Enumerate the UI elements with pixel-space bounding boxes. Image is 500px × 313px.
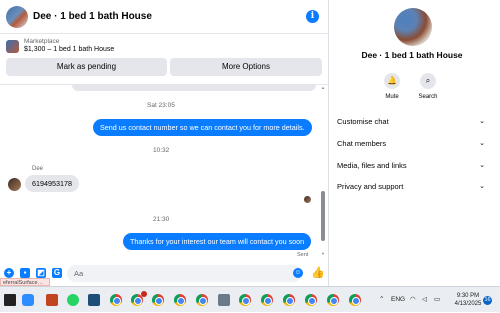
chrome-icon[interactable]: [305, 294, 317, 306]
listing-category: Marketplace: [24, 38, 60, 45]
snipping-tool-icon[interactable]: [218, 294, 230, 306]
incoming-message[interactable]: 6194953178: [25, 175, 79, 192]
whatsapp-icon[interactable]: [67, 294, 79, 306]
media-files-links-row[interactable]: Media, files and links ⌄: [337, 157, 485, 175]
customise-chat-row[interactable]: Customise chat ⌄: [337, 113, 485, 131]
chevron-down-icon: ⌄: [479, 162, 485, 169]
outgoing-message[interactable]: Send us contact number so we can contact…: [93, 119, 312, 136]
chrome-icon[interactable]: [152, 294, 164, 306]
image-icon[interactable]: ▪: [20, 268, 30, 278]
bell-icon[interactable]: 🔔: [384, 73, 400, 89]
wifi-icon[interactable]: ◠: [410, 287, 416, 313]
chevron-up-icon[interactable]: ⌃: [379, 287, 384, 313]
search-label[interactable]: Search: [413, 94, 443, 100]
scroll-down-icon[interactable]: ▼: [321, 252, 325, 256]
battery-icon[interactable]: ▭: [434, 287, 440, 313]
chevron-down-icon: ⌄: [479, 118, 485, 125]
emoji-icon[interactable]: ☺: [293, 268, 303, 278]
info-icon[interactable]: i: [306, 10, 319, 23]
notification-badge: [141, 291, 147, 297]
row-label: Privacy and support: [337, 182, 404, 191]
language-indicator[interactable]: ENG: [391, 287, 405, 313]
conversation-details-pane: Dee · 1 bed 1 bath House 🔔 Mute ⌕ Search…: [330, 0, 500, 286]
sticker-icon[interactable]: ◩: [36, 268, 46, 278]
office-icon[interactable]: [46, 294, 58, 306]
timestamp: 10:32: [153, 147, 170, 154]
seen-indicator-avatar: [304, 196, 311, 203]
sent-status: Sent: [297, 252, 309, 258]
listing-thumbnail[interactable]: [6, 40, 19, 53]
timestamp: Sat 23:05: [147, 102, 175, 109]
mark-as-pending-button[interactable]: Mark as pending: [6, 58, 167, 76]
url-tooltip: eferralSurface…: [0, 278, 50, 286]
messenger-app: Dee · 1 bed 1 bath House i Marketplace $…: [0, 0, 500, 286]
message-scrollbar[interactable]: ▲ ▼: [321, 86, 325, 258]
chrome-icon[interactable]: [283, 294, 295, 306]
message-bubble-partial: [72, 85, 316, 91]
sender-avatar[interactable]: [8, 178, 21, 191]
sender-name: Dee: [32, 166, 44, 172]
chrome-icon[interactable]: [110, 294, 122, 306]
chat-pane: Dee · 1 bed 1 bath House i Marketplace $…: [0, 0, 329, 286]
plus-icon[interactable]: +: [4, 268, 14, 278]
privacy-support-row[interactable]: Privacy and support ⌄: [337, 178, 485, 196]
listing-title[interactable]: $1,300 – 1 bed 1 bath House: [24, 46, 114, 53]
chrome-icon[interactable]: [174, 294, 186, 306]
profile-avatar[interactable]: [394, 8, 432, 46]
gif-icon[interactable]: G: [52, 268, 62, 278]
scroll-up-icon[interactable]: ▲: [321, 86, 325, 90]
message-list: Sat 23:05 Send us contact number so we c…: [0, 84, 328, 260]
chrome-icon[interactable]: [349, 294, 361, 306]
chat-title[interactable]: Dee · 1 bed 1 bath House: [33, 11, 152, 22]
chat-avatar[interactable]: [6, 6, 28, 28]
chrome-icon[interactable]: [196, 294, 208, 306]
chrome-icon[interactable]: [239, 294, 251, 306]
clock-time: 9:30 PM: [456, 293, 480, 299]
chevron-down-icon: ⌄: [479, 140, 485, 147]
more-options-button[interactable]: More Options: [170, 58, 322, 76]
message-input[interactable]: Aa: [67, 265, 302, 282]
profile-name[interactable]: Dee · 1 bed 1 bath House: [330, 50, 494, 60]
speaker-icon[interactable]: ◁: [422, 287, 427, 313]
search-icon[interactable]: ⌕: [420, 73, 436, 89]
chrome-icon[interactable]: [261, 294, 273, 306]
chrome-icon[interactable]: [327, 294, 339, 306]
taskview-icon[interactable]: [4, 294, 16, 306]
timestamp: 21:30: [153, 216, 170, 223]
chat-members-row[interactable]: Chat members ⌄: [337, 135, 485, 153]
chat-header: Dee · 1 bed 1 bath House i: [0, 0, 328, 34]
outgoing-message[interactable]: Thanks for your interest our team will c…: [123, 233, 312, 250]
system-clock[interactable]: 9:30 PM 4/13/2025: [449, 292, 487, 308]
notification-center-badge[interactable]: 16: [483, 296, 492, 305]
calculator-icon[interactable]: [88, 294, 100, 306]
thumbs-up-icon[interactable]: 👍: [311, 266, 325, 280]
clock-date: 4/13/2025: [454, 301, 482, 307]
row-label: Chat members: [337, 139, 387, 148]
windows-taskbar: ⌃ ENG ◠ ◁ ▭ 9:30 PM 4/13/2025 16: [0, 286, 500, 312]
scroll-thumb[interactable]: [321, 191, 325, 241]
chevron-down-icon: ⌄: [479, 183, 485, 190]
row-label: Customise chat: [337, 117, 389, 126]
mute-label[interactable]: Mute: [377, 94, 407, 100]
row-label: Media, files and links: [337, 161, 407, 170]
zoom-icon[interactable]: [22, 294, 34, 306]
